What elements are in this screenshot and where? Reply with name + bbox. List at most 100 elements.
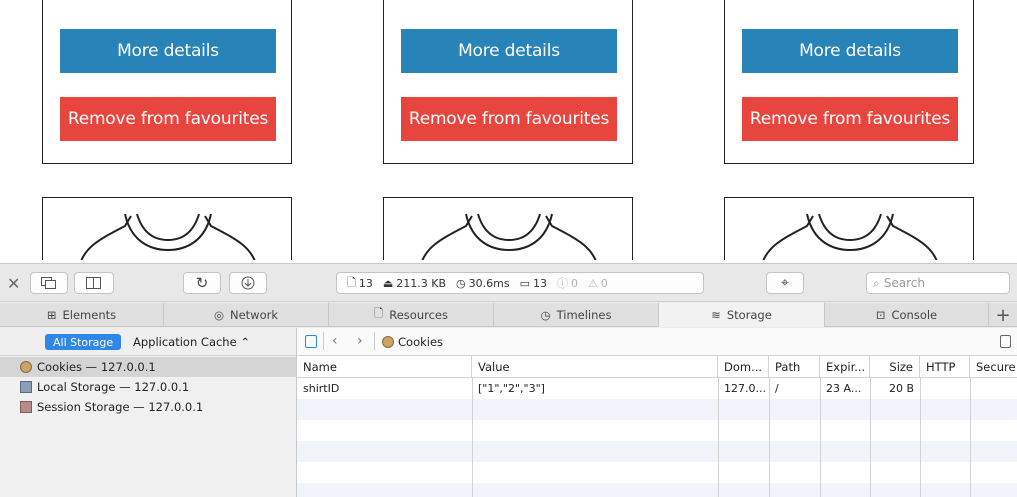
storage-icon: ≋ xyxy=(711,308,721,322)
all-storage-filter[interactable]: All Storage xyxy=(45,334,122,350)
cell-domain: 127.0... xyxy=(724,382,766,395)
empty-row xyxy=(297,399,1017,420)
detach-window-button[interactable] xyxy=(30,272,68,294)
table-icon xyxy=(20,381,32,393)
more-details-button[interactable]: More details xyxy=(401,29,617,73)
divider xyxy=(323,332,324,350)
inspector-toolbar: ✕ ↻ 🗋 13 ⏏ 211.3 KB ◷ 30.6ms ▭ 13 ⓘ 0 ⚠ 0 ⌖ ⌕ … xyxy=(0,264,1017,302)
error-icon: ⓘ xyxy=(556,277,568,290)
forward-icon[interactable]: › xyxy=(357,333,363,349)
cell-path: / xyxy=(775,382,779,395)
errors-count[interactable]: ⓘ 0 xyxy=(557,275,578,291)
application-cache-select[interactable]: Application Cache ⌃ xyxy=(133,335,250,349)
split-pane-icon xyxy=(86,277,101,289)
search-icon: ⌕ xyxy=(873,275,880,290)
updown-chevron-icon: ⌃ xyxy=(240,335,250,349)
reload-button[interactable]: ↻ xyxy=(183,272,221,294)
more-details-button[interactable]: More details xyxy=(742,29,958,73)
cell-name: shirtID xyxy=(303,382,340,395)
logs-count[interactable]: ▭ 13 xyxy=(520,277,547,290)
tab-timelines[interactable]: ◷ Timelines xyxy=(494,303,659,327)
empty-row xyxy=(297,462,1017,483)
product-card xyxy=(42,197,292,260)
inspect-element-button[interactable]: ⌖ xyxy=(766,272,804,294)
tab-console[interactable]: ⊡ Console xyxy=(825,303,989,327)
web-page: More details Remove from favourites More… xyxy=(0,0,1017,260)
dock-side-button[interactable] xyxy=(74,272,114,294)
tshirt-image xyxy=(80,213,256,260)
crosshair-icon: ⌖ xyxy=(781,275,789,291)
product-card xyxy=(383,197,633,260)
empty-row xyxy=(297,420,1017,441)
storage-sidebar: All Storage Application Cache ⌃ Cookies … xyxy=(0,328,297,497)
elements-icon: ⊞ xyxy=(46,308,57,322)
load-time[interactable]: ◷ 30.6ms xyxy=(456,277,510,290)
back-icon[interactable]: ‹ xyxy=(332,333,338,349)
log-icon: ▭ xyxy=(519,276,530,290)
tab-storage[interactable]: ≋ Storage xyxy=(659,303,825,327)
resources-count[interactable]: 🗋 13 xyxy=(347,274,373,293)
add-tab-button[interactable]: + xyxy=(989,303,1017,327)
sidebar-filter-bar: All Storage Application Cache ⌃ xyxy=(0,328,296,356)
search-input[interactable]: ⌕ Search xyxy=(866,272,1010,294)
close-icon[interactable]: ✕ xyxy=(7,274,20,293)
product-card: More details Remove from favourites xyxy=(383,0,633,164)
column-divider xyxy=(970,378,971,497)
sidebar-toggle-icon[interactable] xyxy=(305,335,317,348)
column-header-secure[interactable]: Secure xyxy=(970,356,1017,378)
sidebar-item-session-storage[interactable]: Session Storage — 127.0.0.1 xyxy=(0,397,296,417)
cell-http xyxy=(920,378,970,399)
tab-network[interactable]: ◎ Network xyxy=(164,303,329,327)
column-header-size[interactable]: Size xyxy=(870,356,920,378)
details-sidebar-icon[interactable] xyxy=(1000,335,1011,348)
cell-secure xyxy=(970,378,1017,399)
table-row[interactable]: shirtID ["1","2","3"] 127.0... / 23 A...… xyxy=(297,378,1017,399)
cookies-panel: ‹ › Cookies Name Value Dom... Path Expir… xyxy=(297,328,1017,497)
divider xyxy=(374,332,375,350)
download-icon xyxy=(241,276,255,290)
remove-favourite-button[interactable]: Remove from favourites xyxy=(742,97,958,141)
column-divider xyxy=(472,378,473,497)
product-card xyxy=(724,197,974,260)
column-header-name[interactable]: Name xyxy=(297,356,472,378)
clock-icon: ◷ xyxy=(456,276,466,290)
web-inspector: ✕ ↻ 🗋 13 ⏏ 211.3 KB ◷ 30.6ms ▭ 13 ⓘ 0 ⚠ 0 ⌖ ⌕ … xyxy=(0,263,1017,497)
column-header-path[interactable]: Path xyxy=(769,356,820,378)
weight-icon: ⏏ xyxy=(382,276,394,290)
column-header-value[interactable]: Value xyxy=(472,356,718,378)
cookie-icon xyxy=(20,361,32,373)
column-divider xyxy=(820,378,821,497)
column-divider xyxy=(769,378,770,497)
column-divider xyxy=(920,378,921,497)
plus-icon: + xyxy=(995,304,1011,326)
inspector-tabs: ⊞ Elements ◎ Network 🗋 Resources ◷ Timelines… xyxy=(0,303,1017,327)
sidebar-item-cookies[interactable]: Cookies — 127.0.0.1 xyxy=(0,357,296,377)
remove-favourite-button[interactable]: Remove from favourites xyxy=(60,97,276,141)
column-header-http[interactable]: HTTP xyxy=(920,356,970,378)
console-icon: ⊡ xyxy=(875,308,886,322)
column-header-expires[interactable]: Expir... xyxy=(820,356,870,378)
tshirt-image xyxy=(421,213,597,260)
column-divider xyxy=(870,378,871,497)
windows-icon xyxy=(41,277,56,289)
cookie-icon xyxy=(382,336,394,348)
activity-stats: 🗋 13 ⏏ 211.3 KB ◷ 30.6ms ▭ 13 ⓘ 0 ⚠ 0 xyxy=(336,272,704,294)
product-card: More details Remove from favourites xyxy=(42,0,292,164)
more-details-button[interactable]: More details xyxy=(60,29,276,73)
cell-value: ["1","2","3"] xyxy=(478,382,545,395)
cookies-table-body: shirtID ["1","2","3"] 127.0... / 23 A...… xyxy=(297,378,1017,497)
table-header: Name Value Dom... Path Expir... Size HTT… xyxy=(297,356,1017,378)
breadcrumb[interactable]: Cookies xyxy=(382,335,443,349)
tab-resources[interactable]: 🗋 Resources xyxy=(329,303,494,327)
resources-size[interactable]: ⏏ 211.3 KB xyxy=(383,277,446,290)
tshirt-image xyxy=(762,213,938,260)
tab-elements[interactable]: ⊞ Elements xyxy=(0,303,164,327)
column-header-domain[interactable]: Dom... xyxy=(718,356,769,378)
empty-row xyxy=(297,483,1017,497)
resources-icon: 🗋 xyxy=(374,305,384,320)
sidebar-item-local-storage[interactable]: Local Storage — 127.0.0.1 xyxy=(0,377,296,397)
warnings-count[interactable]: ⚠ 0 xyxy=(588,277,608,290)
column-divider xyxy=(718,378,719,497)
download-button[interactable] xyxy=(229,272,267,294)
remove-favourite-button[interactable]: Remove from favourites xyxy=(401,97,617,141)
